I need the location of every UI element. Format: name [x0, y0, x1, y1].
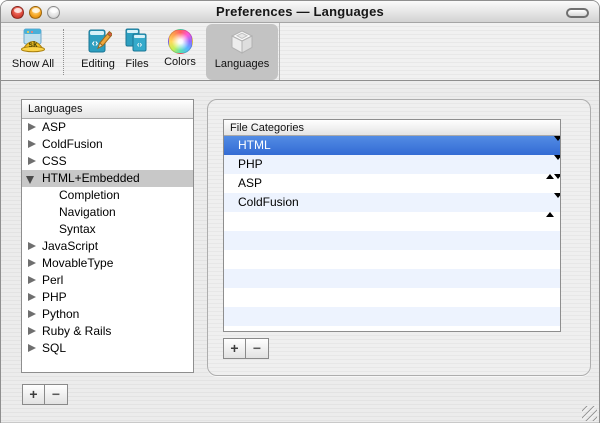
sidebar-item-syntax[interactable]: Syntax — [22, 221, 193, 238]
file-category-row-coldfusion[interactable]: ColdFusion — [224, 193, 560, 212]
disclosure-collapsed-icon[interactable] — [28, 140, 36, 148]
tree-item-label: MovableType — [42, 256, 113, 270]
color-wheel-icon — [168, 29, 193, 54]
sidebar-item-javascript[interactable]: JavaScript — [22, 238, 193, 255]
disclosure-collapsed-icon[interactable] — [28, 242, 36, 250]
disclosure-collapsed-icon[interactable] — [28, 310, 36, 318]
languages-tree-panel: Languages ASP ColdFusion CSS HTML+Embedd… — [21, 99, 194, 373]
reorder-stepper-icon[interactable] — [546, 177, 554, 190]
disclosure-collapsed-icon[interactable] — [28, 259, 36, 267]
tree-item-label: ColdFusion — [42, 137, 103, 151]
tree-item-label: PHP — [42, 290, 67, 304]
reorder-stepper-icon[interactable] — [546, 139, 554, 152]
add-language-button[interactable]: + — [22, 384, 45, 405]
toolbar-item-languages[interactable]: Languages — [208, 26, 276, 78]
sidebar-item-html-embedded[interactable]: HTML+Embedded — [22, 170, 193, 187]
svg-text:sk: sk — [29, 40, 38, 49]
toolbar-item-editing[interactable]: ‹› Editing — [73, 26, 123, 78]
disclosure-collapsed-icon[interactable] — [28, 344, 36, 352]
sidebar-item-movabletype[interactable]: MovableType — [22, 255, 193, 272]
tree-item-label: ASP — [42, 120, 66, 134]
sidebar-item-asp[interactable]: ASP — [22, 119, 193, 136]
tree-item-label: CSS — [42, 154, 67, 168]
svg-text:‹›: ‹› — [92, 38, 99, 49]
white-cube-icon — [228, 28, 256, 56]
toolbar-toggle-pill-icon[interactable] — [566, 8, 589, 18]
toolbar-item-colors[interactable]: Colors — [159, 26, 201, 78]
empty-rows-area — [224, 212, 560, 332]
title-bar[interactable]: Preferences — Languages — [1, 1, 599, 23]
tree-item-label: JavaScript — [42, 239, 98, 253]
tree-item-label: HTML+Embedded — [42, 171, 140, 185]
toolbar-item-files[interactable]: ‹› Files — [119, 26, 155, 78]
preferences-window: Preferences — Languages sk Show All ‹› — [0, 0, 600, 423]
toolbar-item-label: Show All — [5, 58, 61, 70]
toolbar-divider — [279, 23, 280, 80]
toolbar-item-show-all[interactable]: sk Show All — [5, 26, 61, 78]
remove-language-button[interactable]: − — [45, 384, 68, 405]
toolbar-item-label: Editing — [73, 58, 123, 70]
file-category-row-html[interactable]: HTML — [224, 136, 560, 155]
toolbar-separator-dotted — [63, 29, 64, 75]
toolbar-item-label: Colors — [159, 56, 201, 68]
sidebar-item-php[interactable]: PHP — [22, 289, 193, 306]
tree-item-label: Completion — [59, 188, 120, 202]
tree-item-label: Perl — [42, 273, 63, 287]
languages-column-header: Languages — [22, 100, 193, 119]
tree-item-label: Ruby & Rails — [42, 324, 111, 338]
categories-add-remove-group: + − — [223, 338, 269, 359]
row-label: ASP — [238, 176, 262, 190]
resize-grip[interactable] — [582, 406, 597, 421]
reorder-stepper-icon[interactable] — [546, 196, 554, 209]
window-title: Preferences — Languages — [1, 4, 599, 19]
tree-item-label: Navigation — [59, 205, 116, 219]
toolbar-item-label: Files — [119, 58, 155, 70]
tree-item-label: Syntax — [59, 222, 96, 236]
sidebar-item-css[interactable]: CSS — [22, 153, 193, 170]
file-categories-table: File Categories HTML PHP ASP ColdFusion — [223, 119, 561, 332]
sidebar-item-perl[interactable]: Perl — [22, 272, 193, 289]
disclosure-collapsed-icon[interactable] — [28, 157, 36, 165]
tree-item-label: Python — [42, 307, 79, 321]
sidebar-item-navigation[interactable]: Navigation — [22, 204, 193, 221]
toolbar: sk Show All ‹› Editing — [1, 23, 599, 81]
tree-item-label: SQL — [42, 341, 66, 355]
row-label: ColdFusion — [238, 195, 299, 209]
document-pencil-icon: ‹› — [84, 28, 112, 56]
disclosure-expanded-icon[interactable] — [26, 176, 34, 184]
disclosure-collapsed-icon[interactable] — [28, 293, 36, 301]
disclosure-collapsed-icon[interactable] — [28, 276, 36, 284]
sidebar-item-python[interactable]: Python — [22, 306, 193, 323]
sidebar-add-remove-group: + − — [22, 384, 68, 405]
sidebar-item-ruby-rails[interactable]: Ruby & Rails — [22, 323, 193, 340]
app-hardhat-icon: sk — [19, 28, 47, 56]
disclosure-collapsed-icon[interactable] — [28, 123, 36, 131]
file-category-row-asp[interactable]: ASP — [224, 174, 560, 193]
row-label: PHP — [238, 157, 263, 171]
file-category-row-php[interactable]: PHP — [224, 155, 560, 174]
disclosure-collapsed-icon[interactable] — [28, 327, 36, 335]
toolbar-item-label: Languages — [208, 58, 276, 70]
file-categories-column-header: File Categories — [224, 120, 560, 136]
sidebar-item-completion[interactable]: Completion — [22, 187, 193, 204]
reorder-stepper-icon[interactable] — [546, 158, 554, 171]
sidebar-item-coldfusion[interactable]: ColdFusion — [22, 136, 193, 153]
remove-category-button[interactable]: − — [246, 338, 269, 359]
documents-icon: ‹› — [123, 28, 151, 56]
svg-text:‹›: ‹› — [137, 40, 143, 49]
row-label: HTML — [238, 138, 271, 152]
sidebar-item-sql[interactable]: SQL — [22, 340, 193, 357]
add-category-button[interactable]: + — [223, 338, 246, 359]
